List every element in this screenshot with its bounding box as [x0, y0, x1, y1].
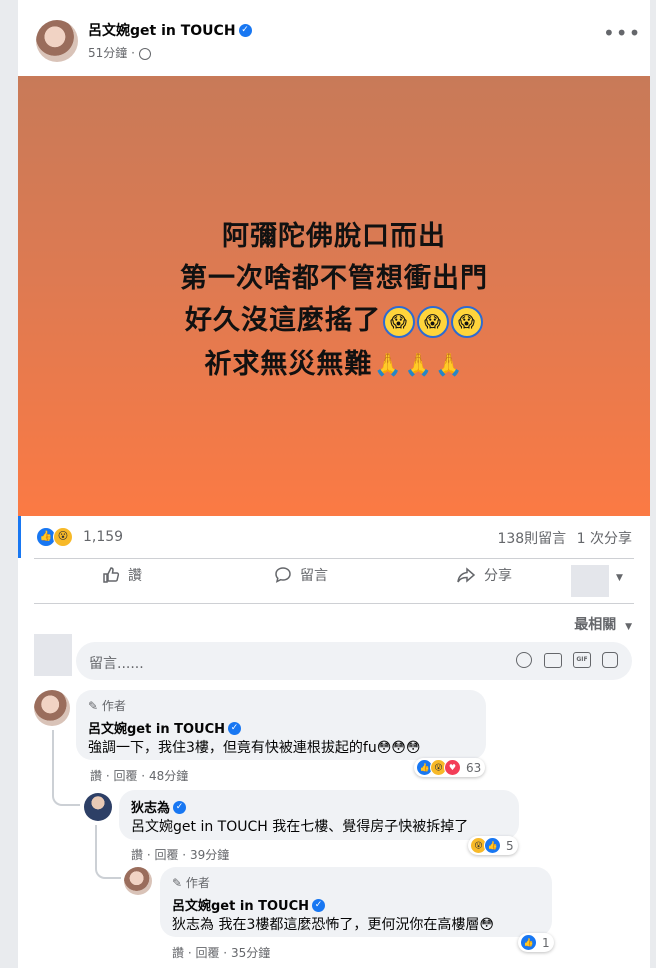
- comment-like-link[interactable]: 讚: [90, 769, 102, 783]
- verified-badge-icon: ✓: [312, 899, 325, 912]
- pencil-icon: ✎: [172, 876, 183, 890]
- more-options-icon[interactable]: •••: [603, 23, 641, 43]
- focus-indicator: [18, 516, 21, 558]
- comment-text: 狄志為 我在3樓都這麼恐怖了，更何況你在高樓層😳: [172, 917, 494, 933]
- comment-time[interactable]: 39分鐘: [190, 848, 229, 862]
- comment-bubble: 狄志為 ✓ 呂文婉get in TOUCH 我在七樓、覺得房子快被拆掉了: [119, 790, 519, 840]
- comment-time[interactable]: 48分鐘: [149, 769, 188, 783]
- comment-bubble: ✎ 作者 呂文婉get in TOUCH ✓ 狄志為 我在3樓都這麼恐怖了，更何況…: [160, 867, 552, 937]
- author-badge-label: 作者: [185, 876, 210, 890]
- comment-text: 呂文婉get in TOUCH 我在七樓、覺得房子快被拆掉了: [131, 819, 469, 835]
- post-meta: 51分鐘 ·: [88, 44, 252, 61]
- author-badge: ✎ 作者: [172, 874, 210, 891]
- share-button[interactable]: 分享: [456, 565, 512, 585]
- comment-input[interactable]: 留言...... GIF: [76, 642, 632, 680]
- sort-label: 最相關: [574, 617, 617, 633]
- verified-badge-icon: ✓: [173, 801, 187, 814]
- post-header: 呂文婉get in TOUCH ✓ 51分鐘 ·: [88, 20, 252, 61]
- like-reaction-icon: 👍: [484, 837, 501, 854]
- comment-reply-link[interactable]: 回覆: [154, 848, 178, 862]
- commenter-avatar[interactable]: [34, 690, 70, 726]
- comment-reply-link[interactable]: 回覆: [195, 946, 219, 960]
- post-time[interactable]: 51分鐘: [88, 46, 127, 60]
- comment-label: 留言: [300, 568, 328, 584]
- comment-author-row: 呂文婉get in TOUCH ✓: [88, 718, 241, 737]
- like-reaction-icon: 👍: [520, 934, 537, 951]
- author-badge-label: 作者: [101, 699, 126, 713]
- post-line-2: 第一次啥都不管想衝出門: [180, 263, 488, 294]
- verified-badge-icon: ✓: [228, 722, 241, 735]
- comment-meta: 讚 · 回覆 · 39分鐘: [131, 848, 230, 862]
- caret-down-icon: ▼: [625, 622, 632, 632]
- comment-bubble: ✎ 作者 呂文婉get in TOUCH ✓ 強調一下，我住3樓，但竟有快被連根拔…: [76, 690, 486, 760]
- globe-icon: [138, 47, 151, 60]
- post-image[interactable]: 阿彌陀佛脫口而出 第一次啥都不管想衝出門 好久沒這麼搖了 😱 😱 😱 祈求無災無難🙏🙏…: [18, 76, 650, 516]
- comment-reaction-count: 1: [542, 935, 550, 950]
- pray-emoji-icon: 🙏: [435, 353, 464, 378]
- post-line-1: 阿彌陀佛脫口而出: [222, 221, 446, 252]
- author-avatar[interactable]: [36, 20, 78, 62]
- comment-text: 強調一下，我住3樓，但竟有快被連根拔起的fu😳😳😳: [88, 740, 421, 756]
- comment-like-link[interactable]: 讚: [131, 848, 143, 862]
- commenter-avatar[interactable]: [124, 867, 152, 895]
- thread-connector: [52, 730, 80, 806]
- user-avatar[interactable]: [34, 634, 72, 676]
- comment-author[interactable]: 狄志為: [131, 801, 170, 816]
- thread-connector: [95, 825, 121, 879]
- divider: [34, 603, 634, 604]
- post-line-4: 祈求無災無難: [204, 349, 373, 380]
- caret-down-icon[interactable]: ▼: [616, 573, 623, 583]
- scream-emoji-icon: 😱: [451, 305, 483, 338]
- like-button[interactable]: 讚: [102, 565, 142, 585]
- comment-button[interactable]: 留言: [274, 565, 328, 585]
- pray-emoji-icon: 🙏: [374, 353, 403, 378]
- author-name[interactable]: 呂文婉get in TOUCH: [88, 23, 236, 39]
- sort-dropdown[interactable]: 最相關 ▼: [574, 614, 632, 634]
- shares-count[interactable]: 1 次分享: [577, 531, 632, 547]
- comment-author-row: 呂文婉get in TOUCH ✓: [172, 895, 325, 914]
- camera-icon[interactable]: [544, 653, 562, 668]
- reactions-count: 1,159: [83, 529, 124, 545]
- verified-badge-icon: ✓: [238, 24, 252, 37]
- like-label: 讚: [128, 568, 142, 584]
- comment-reaction-count: 63: [466, 760, 482, 775]
- pray-emoji-icon: 🙏: [404, 353, 434, 378]
- comment-meta: 讚 · 回覆 · 48分鐘: [90, 769, 189, 783]
- sticker-icon[interactable]: [602, 652, 618, 668]
- scream-emoji-icon: 😱: [383, 305, 415, 338]
- comment-reactions[interactable]: 😮 👍 5: [468, 836, 518, 855]
- author-badge: ✎ 作者: [88, 697, 126, 714]
- comment-meta: 讚 · 回覆 · 35分鐘: [172, 946, 271, 960]
- post-line-3: 好久沒這麼搖了: [185, 305, 381, 336]
- divider: [34, 558, 634, 559]
- comment-like-link[interactable]: 讚: [172, 946, 184, 960]
- thumbs-up-icon: [103, 567, 120, 583]
- comment-time[interactable]: 35分鐘: [231, 946, 270, 960]
- share-icon: [457, 567, 476, 583]
- comment-reaction-count: 5: [506, 838, 514, 853]
- comments-count[interactable]: 138則留言: [497, 531, 566, 547]
- comment-icon: [275, 567, 291, 583]
- reactions-summary[interactable]: 👍 😮 1,159: [36, 527, 123, 547]
- comment-author[interactable]: 呂文婉get in TOUCH: [172, 899, 309, 914]
- share-as-avatar[interactable]: [571, 565, 609, 597]
- comment-reactions[interactable]: 👍 😮 ♥ 63: [414, 758, 486, 777]
- comment-author-row: 狄志為 ✓: [131, 797, 187, 816]
- emoji-icon[interactable]: [516, 652, 532, 668]
- comment-reply-link[interactable]: 回覆: [113, 769, 137, 783]
- comment-author[interactable]: 呂文婉get in TOUCH: [88, 722, 225, 737]
- comment-placeholder: 留言......: [89, 656, 144, 672]
- love-reaction-icon: ♥: [444, 759, 461, 776]
- scream-emoji-icon: 😱: [417, 305, 449, 338]
- post-line-4-row: 祈求無災無難🙏🙏🙏: [18, 342, 650, 381]
- gif-icon[interactable]: GIF: [573, 652, 591, 668]
- commenter-avatar[interactable]: [84, 793, 112, 821]
- share-label: 分享: [484, 568, 512, 584]
- wow-reaction-icon: 😮: [53, 527, 73, 547]
- post-line-3-row: 好久沒這麼搖了 😱 😱 😱: [18, 298, 650, 338]
- post-stats: 138則留言 1 次分享: [497, 528, 632, 548]
- post-card: 呂文婉get in TOUCH ✓ 51分鐘 · ••• 阿彌陀佛脫口而出 第一次…: [18, 0, 650, 968]
- comment-reactions[interactable]: 👍 1: [518, 933, 554, 952]
- pencil-icon: ✎: [88, 699, 99, 713]
